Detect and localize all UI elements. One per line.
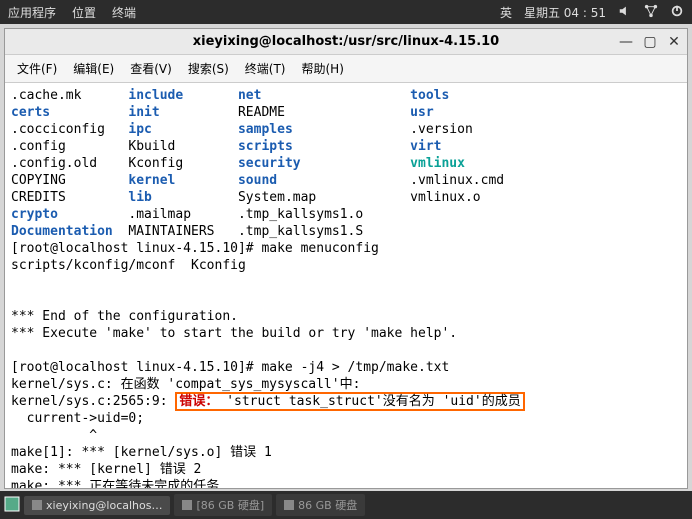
terminal-window: xieyixing@localhost:/usr/src/linux-4.15.… [4, 28, 688, 489]
menu-help[interactable]: 帮助(H) [296, 58, 350, 79]
power-icon[interactable] [670, 4, 684, 21]
close-button[interactable]: ✕ [667, 35, 681, 49]
ime-indicator[interactable]: 英 [500, 4, 512, 21]
menu-edit[interactable]: 编辑(E) [67, 58, 120, 79]
desktop-topbar: 应用程序 位置 终端 英 星期五 04 : 51 [0, 0, 692, 24]
taskbar: xieyixing@localhos… [86 GB 硬盘] 86 GB 硬盘 [0, 491, 692, 519]
menu-terminal[interactable]: 终端 [112, 4, 136, 21]
menu-view[interactable]: 查看(V) [124, 58, 178, 79]
task-terminal[interactable]: xieyixing@localhos… [24, 496, 170, 515]
disk-icon [182, 500, 192, 510]
show-desktop-icon[interactable] [4, 496, 20, 515]
clock[interactable]: 星期五 04 : 51 [524, 4, 606, 21]
disk-icon [284, 500, 294, 510]
network-icon[interactable] [644, 4, 658, 21]
terminal-icon [32, 500, 42, 510]
titlebar[interactable]: xieyixing@localhost:/usr/src/linux-4.15.… [5, 29, 687, 55]
window-title: xieyixing@localhost:/usr/src/linux-4.15.… [193, 34, 499, 49]
menubar: 文件(F) 编辑(E) 查看(V) 搜索(S) 终端(T) 帮助(H) [5, 55, 687, 83]
terminal-output[interactable]: .cache.mk include net tools certs init R… [5, 83, 687, 488]
task-disk1[interactable]: [86 GB 硬盘] [174, 494, 272, 516]
menu-applications[interactable]: 应用程序 [8, 4, 56, 21]
maximize-button[interactable]: ▢ [643, 35, 657, 49]
menu-file[interactable]: 文件(F) [11, 58, 63, 79]
menu-places[interactable]: 位置 [72, 4, 96, 21]
task-disk2[interactable]: 86 GB 硬盘 [276, 494, 365, 516]
minimize-button[interactable]: — [619, 35, 633, 49]
menu-terminal-tab[interactable]: 终端(T) [239, 58, 292, 79]
volume-icon[interactable] [618, 4, 632, 21]
menu-search[interactable]: 搜索(S) [182, 58, 235, 79]
